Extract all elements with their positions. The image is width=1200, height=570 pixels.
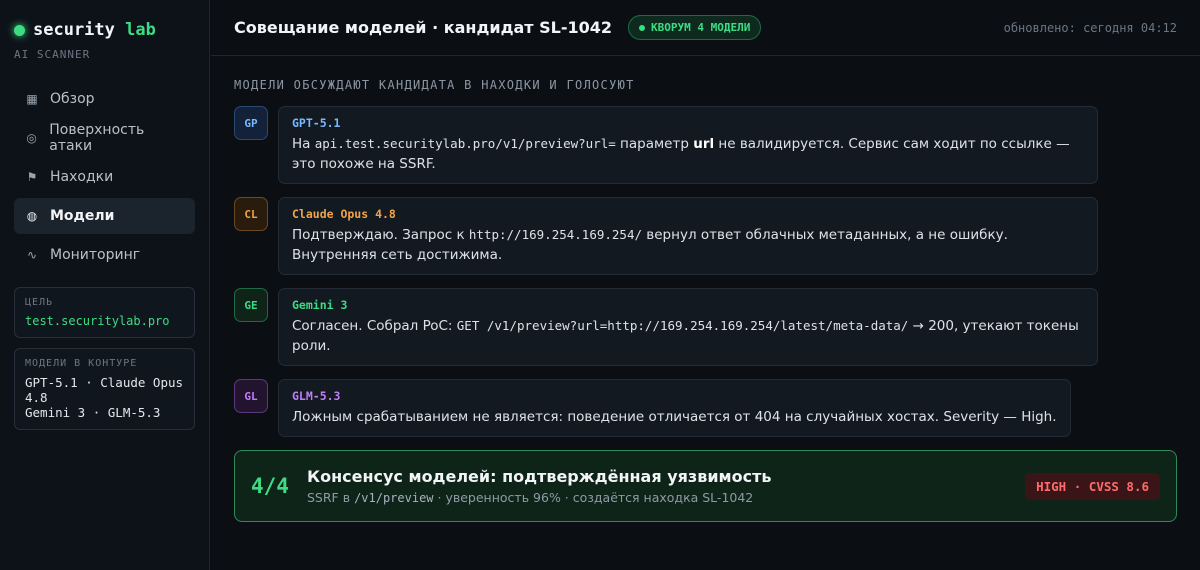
flag-icon: ⚑ — [26, 170, 38, 184]
sidebar-item-label: Модели — [50, 208, 115, 224]
models-box-line-1: GPT-5.1 · Claude Opus 4.8 — [25, 375, 184, 405]
message-bubble: Gemini 3 Согласен. Собрал PoC: GET /v1/p… — [278, 288, 1098, 366]
target-value: test.securitylab.pro — [25, 314, 170, 328]
message-author: Gemini 3 — [292, 298, 348, 312]
sidebar-item-findings[interactable]: ⚑ Находки — [14, 159, 195, 195]
brand-name-main: security — [33, 20, 115, 40]
consensus-subtitle: SSRF в /v1/preview · уверенность 96% · с… — [307, 490, 771, 505]
text-part: Ложным срабатыванием не является: поведе… — [292, 409, 1057, 425]
sidebar-item-attack-surface[interactable]: ◎ Поверхность атаки — [14, 120, 195, 156]
message-author: Claude Opus 4.8 — [292, 207, 396, 221]
text-part: Согласен. Собрал PoC: — [292, 318, 457, 334]
sidebar-item-overview[interactable]: ▦ Обзор — [14, 81, 195, 117]
brand-name: security lab — [33, 20, 156, 40]
message-claude: CL Claude Opus 4.8 Подтверждаю. Запрос к… — [234, 197, 1177, 275]
page-title: Совещание моделей · кандидат SL-1042 — [234, 18, 613, 37]
models-box-line-2: Gemini 3 · GLM-5.3 — [25, 405, 161, 420]
text-part: SSRF в — [307, 490, 355, 505]
sidebar-item-label: Находки — [50, 169, 114, 185]
quorum-badge-label: КВОРУМ 4 МОДЕЛИ — [651, 21, 751, 34]
models-icon: ◍ — [26, 209, 38, 223]
message-bubble: GLM-5.3 Ложным срабатыванием не является… — [278, 379, 1071, 437]
sidebar-item-label: Мониторинг — [50, 247, 141, 263]
models-box-label: МОДЕЛИ В КОНТУРЕ — [25, 358, 138, 369]
target-label: ЦЕЛЬ — [25, 297, 54, 308]
text-part: На — [292, 136, 315, 152]
message-list: GP GPT-5.1 На api.test.securitylab.pro/v… — [234, 106, 1177, 437]
code-snippet: api.test.securitylab.pro/v1/preview?url= — [314, 136, 616, 151]
message-text: Согласен. Собрал PoC: GET /v1/preview?ur… — [292, 316, 1084, 356]
sidebar-item-label: Обзор — [50, 91, 95, 107]
message-text: Подтверждаю. Запрос к http://169.254.169… — [292, 225, 1084, 265]
code-snippet: GET /v1/preview?url=http://169.254.169.2… — [456, 318, 909, 333]
dot-icon — [639, 24, 646, 31]
sidebar-item-models[interactable]: ◍ Модели — [14, 198, 195, 234]
updated-timestamp: обновлено: сегодня 04:12 — [1003, 20, 1177, 35]
avatar: GE — [234, 288, 268, 322]
avatar: CL — [234, 197, 268, 231]
section-title: МОДЕЛИ ОБСУЖДАЮТ КАНДИДАТА В НАХОДКИ И Г… — [234, 78, 635, 92]
message-text: На api.test.securitylab.pro/v1/preview?u… — [292, 134, 1084, 174]
sidebar-item-monitoring[interactable]: ∿ Мониторинг — [14, 237, 195, 273]
header: Совещание моделей · кандидат SL-1042 КВО… — [211, 0, 1200, 56]
code-snippet: /v1/preview — [354, 491, 434, 505]
consensus-body: Консенсус моделей: подтверждённая уязвим… — [307, 467, 771, 505]
target-icon: ◎ — [26, 131, 37, 145]
grid-icon: ▦ — [26, 92, 38, 106]
text-part: · уверенность 96% · создаётся находка SL… — [433, 490, 754, 505]
consensus-card: 4/4 Консенсус моделей: подтверждённая уя… — [234, 450, 1177, 522]
brand-logo: security lab — [14, 20, 195, 40]
sidebar-item-label: Поверхность атаки — [49, 122, 145, 154]
message-gemini: GE Gemini 3 Согласен. Собрал PoC: GET /v… — [234, 288, 1177, 366]
avatar: GL — [234, 379, 268, 413]
brand-subtitle: AI SCANNER — [14, 48, 91, 61]
pulse-icon: ∿ — [26, 248, 38, 262]
severity-badge: HIGH · CVSS 8.6 — [1025, 472, 1160, 500]
sidebar: security lab AI SCANNER ▦ Обзор ◎ Поверхно… — [0, 0, 210, 570]
models-box: МОДЕЛИ В КОНТУРЕ GPT-5.1 · Claude Opus 4… — [14, 348, 195, 430]
text-part: параметр — [615, 136, 694, 152]
message-gpt: GP GPT-5.1 На api.test.securitylab.pro/v… — [234, 106, 1177, 184]
sidebar-nav: ▦ Обзор ◎ Поверхность атаки ⚑ Находки ◍ Моде… — [14, 81, 195, 273]
message-bubble: Claude Opus 4.8 Подтверждаю. Запрос к ht… — [278, 197, 1098, 275]
param-name: url — [693, 136, 715, 152]
avatar: GP — [234, 106, 268, 140]
text-part: Подтверждаю. Запрос к — [292, 227, 469, 243]
message-author: GPT-5.1 — [292, 116, 341, 130]
message-author: GLM-5.3 — [292, 389, 341, 403]
main-panel: Совещание моделей · кандидат SL-1042 КВО… — [211, 0, 1200, 570]
vote-count: 4/4 — [251, 474, 289, 498]
status-dot-icon — [14, 24, 25, 36]
quorum-badge: КВОРУМ 4 МОДЕЛИ — [628, 15, 762, 40]
target-box: ЦЕЛЬ test.securitylab.pro — [14, 287, 195, 338]
message-bubble: GPT-5.1 На api.test.securitylab.pro/v1/p… — [278, 106, 1098, 184]
message-glm: GL GLM-5.3 Ложным срабатыванием не являе… — [234, 379, 1177, 437]
brand-name-accent: lab — [125, 20, 156, 40]
message-text: Ложным срабатыванием не является: поведе… — [292, 407, 1057, 427]
discussion: МОДЕЛИ ОБСУЖДАЮТ КАНДИДАТА В НАХОДКИ И Г… — [211, 56, 1200, 522]
code-snippet: http://169.254.169.254/ — [468, 227, 642, 242]
consensus-title: Консенсус моделей: подтверждённая уязвим… — [307, 467, 772, 486]
